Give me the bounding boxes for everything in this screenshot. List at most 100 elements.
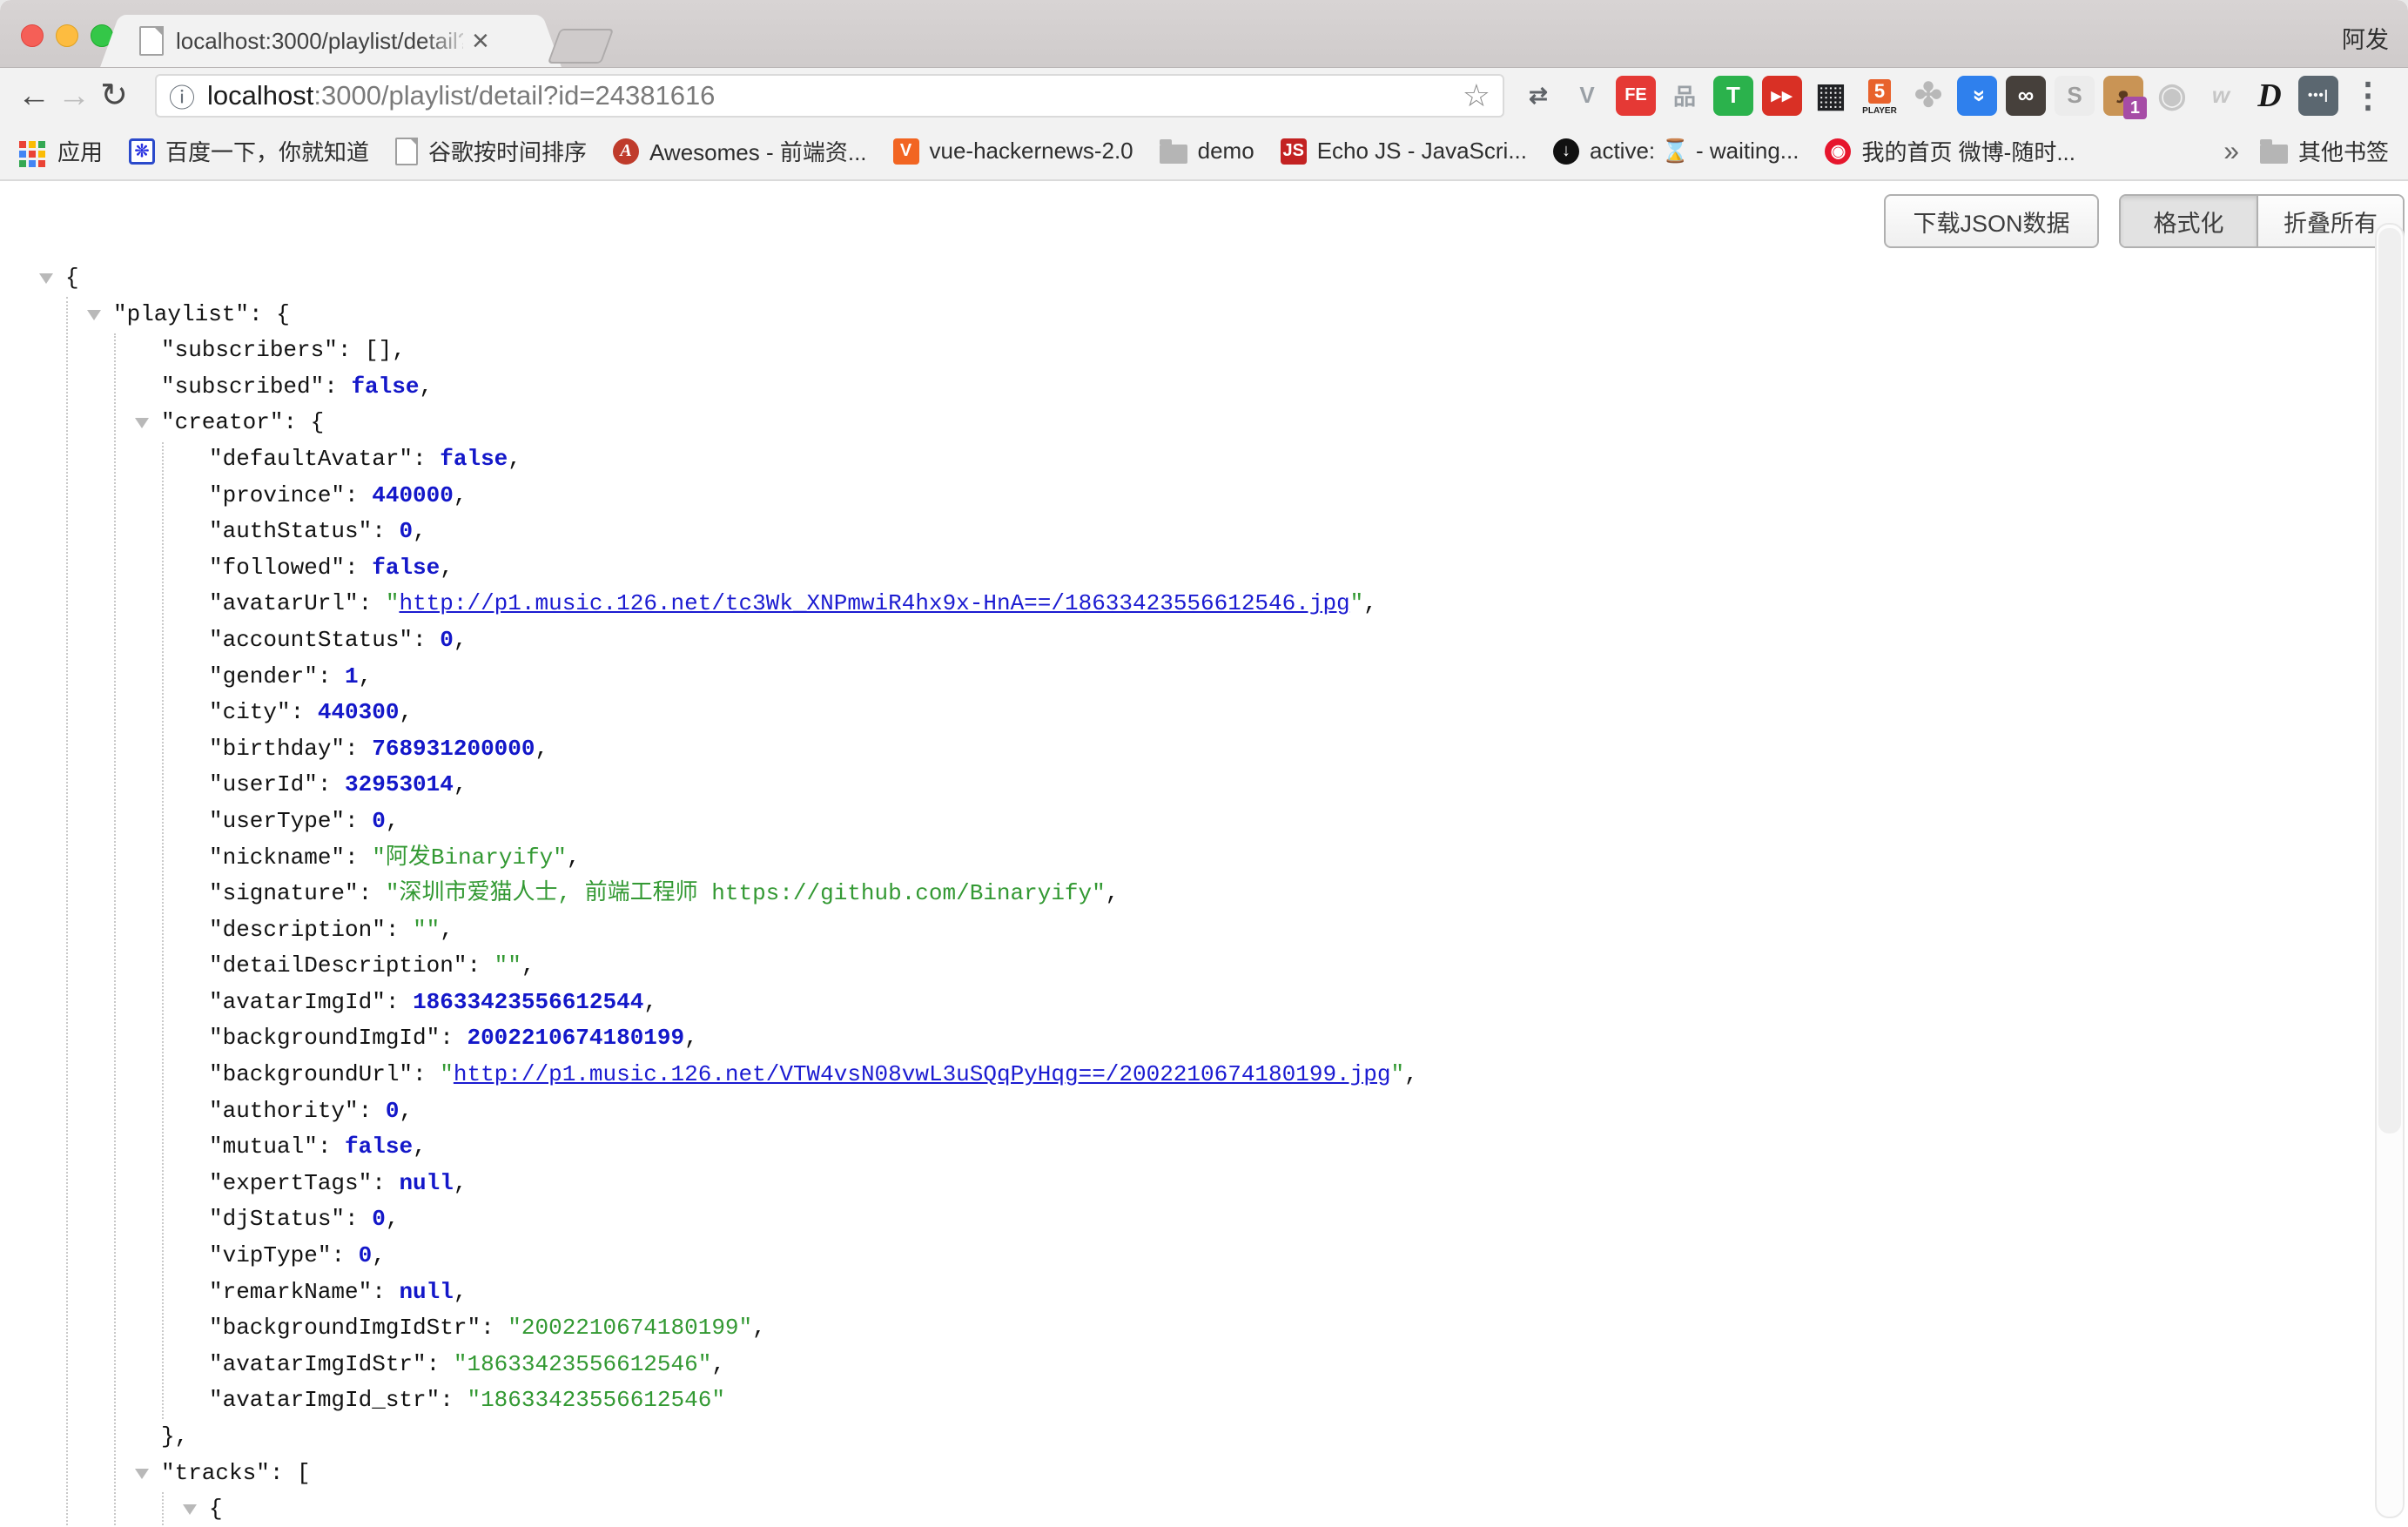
json-token: null — [399, 1170, 453, 1196]
json-row: "description": "", — [0, 912, 2370, 949]
bird-extension-glyph: w — [2212, 82, 2230, 109]
proxy-extension-icon[interactable]: •••| — [2298, 76, 2338, 116]
tab-title-fade — [423, 22, 475, 60]
collapse-toggle-icon[interactable] — [39, 273, 53, 284]
weibo-gray-icon[interactable]: ◉ — [2152, 76, 2192, 116]
qr-code-icon[interactable]: ▦ — [1811, 76, 1851, 116]
json-row: "avatarUrl": "http://p1.music.126.net/tc… — [0, 586, 2370, 622]
toolbar: ← → ↻ ⓘ localhost :3000/playlist/detail?… — [0, 68, 2408, 123]
json-tree: {"playlist": {"subscribers": [],"subscri… — [0, 181, 2370, 1527]
translate-icon[interactable]: ⇄ — [1518, 76, 1558, 116]
json-token: , — [413, 1133, 427, 1160]
json-token: : — [345, 808, 372, 834]
json-token: 0 — [372, 1206, 386, 1232]
json-token: "avatarUrl" — [209, 590, 359, 616]
incognito-mask-glyph: ∞ — [2018, 82, 2035, 109]
json-token: " — [1390, 1061, 1404, 1087]
json-token: , — [1363, 590, 1377, 616]
sitemap-extension-icon[interactable]: 品 — [1665, 76, 1705, 116]
tab-close-icon[interactable]: × — [472, 26, 489, 56]
image-downloader-icon[interactable]: « — [1957, 76, 1997, 116]
json-row: "birthday": 768931200000, — [0, 731, 2370, 768]
bookmark-item[interactable]: ↓active: ⌛ - waiting... — [1553, 138, 1799, 165]
json-row: "detailDescription": "", — [0, 948, 2370, 985]
profile-name[interactable]: 阿发 — [2342, 21, 2389, 55]
folder-icon — [2260, 145, 2288, 164]
tampermonkey-icon[interactable]: T — [1713, 76, 1753, 116]
collapse-toggle-icon[interactable] — [135, 1469, 149, 1479]
bookmark-item[interactable]: Vvue-hackernews-2.0 — [893, 138, 1133, 165]
incognito-mask-icon[interactable]: ∞ — [2006, 76, 2046, 116]
other-bookmarks-label: 其他书签 — [2298, 135, 2389, 167]
vue-devtools-icon[interactable]: V — [1567, 76, 1607, 116]
json-token: 440300 — [318, 699, 400, 725]
json-token: "remarkName" — [209, 1279, 372, 1305]
close-window-button[interactable] — [21, 24, 44, 47]
back-icon[interactable]: ← — [14, 79, 54, 112]
bookmark-item[interactable]: 应用 — [19, 135, 103, 167]
collapse-toggle-icon[interactable] — [135, 418, 149, 428]
json-row: "expertTags": null, — [0, 1166, 2370, 1202]
json-token: : — [318, 663, 345, 690]
bookmark-item[interactable]: demo — [1160, 138, 1254, 165]
bookmarks-overflow-icon[interactable]: » — [2223, 135, 2239, 167]
fe-extension-icon[interactable]: FE — [1616, 76, 1656, 116]
json-row: { — [0, 1491, 2370, 1527]
dark-d-extension-icon[interactable]: D — [2250, 76, 2290, 116]
json-token: : — [427, 1351, 454, 1377]
new-tab-button[interactable] — [548, 29, 615, 64]
json-token: "gender" — [209, 663, 318, 690]
image-downloader-glyph: « — [1964, 89, 1991, 101]
reload-icon[interactable]: ↻ — [94, 79, 134, 112]
json-token: , — [399, 699, 413, 725]
paw-extension-glyph: ✤ — [1914, 76, 1942, 115]
bookmark-label: Awesomes - 前端资... — [649, 135, 866, 167]
bird-extension-icon[interactable]: w — [2201, 76, 2241, 116]
json-token: , — [440, 917, 454, 943]
html5-player-icon[interactable]: 5PLAYER — [1860, 76, 1900, 116]
json-token: "backgroundImgIdStr" — [209, 1315, 481, 1341]
other-bookmarks[interactable]: 其他书签 — [2260, 135, 2389, 167]
s-extension-icon[interactable]: S — [2055, 76, 2095, 116]
bookmark-item[interactable]: JSEcho JS - JavaScri... — [1281, 138, 1527, 165]
json-token: , — [454, 771, 467, 797]
paw-extension-icon[interactable]: ✤ — [1908, 76, 1948, 116]
json-token: , — [399, 1098, 413, 1124]
json-token: "authStatus" — [209, 518, 372, 544]
json-token: , — [643, 989, 657, 1015]
bookmark-item[interactable]: AAwesomes - 前端资... — [613, 135, 866, 167]
address-bar[interactable]: ⓘ localhost :3000/playlist/detail?id=243… — [155, 74, 1504, 118]
collapse-toggle-icon[interactable] — [87, 310, 101, 320]
bookmark-item[interactable]: ❊百度一下，你就知道 — [129, 135, 369, 167]
page-info-icon[interactable]: ⓘ — [169, 77, 195, 115]
bookmark-star-icon[interactable]: ☆ — [1463, 77, 1490, 114]
json-token: : — [345, 736, 372, 762]
json-token: 32953014 — [345, 771, 454, 797]
json-row: "authority": 0, — [0, 1093, 2370, 1130]
video-speed-icon[interactable]: ▶▶ — [1762, 76, 1802, 116]
json-link[interactable]: http://p1.music.126.net/VTW4vsN08vwL3uSQ… — [454, 1061, 1391, 1087]
bookmark-item[interactable]: 谷歌按时间排序 — [395, 135, 587, 167]
json-token: : — [372, 1279, 399, 1305]
browser-window: localhost:3000/playlist/detail? × 阿发 ← →… — [0, 0, 2408, 1527]
json-row: "subscribed": false, — [0, 369, 2370, 406]
collapse-toggle-icon[interactable] — [183, 1504, 197, 1515]
json-token: "nickname" — [209, 844, 345, 871]
monkey-extension-icon[interactable]: ᴥ1 — [2103, 76, 2143, 116]
json-link[interactable]: http://p1.music.126.net/tc3Wk_XNPmwiR4hx… — [399, 590, 1349, 616]
qr-code-glyph: ▦ — [1815, 76, 1846, 115]
json-token: 0 — [440, 627, 454, 653]
json-token: }, — [161, 1423, 188, 1450]
json-token: " — [386, 590, 400, 616]
forward-icon[interactable]: → — [54, 79, 94, 112]
scrollbar-thumb[interactable] — [2378, 228, 2401, 1133]
json-token: 0 — [399, 518, 413, 544]
more-menu-icon[interactable]: ⋮ — [2351, 76, 2385, 116]
bookmarks-bar: 应用 ❊百度一下，你就知道谷歌按时间排序 AAwesomes - 前端资... Vvu… — [0, 123, 2408, 181]
minimize-window-button[interactable] — [56, 24, 78, 47]
bookmark-item[interactable]: ◉我的首页 微博-随时... — [1825, 135, 2075, 167]
json-row: "creator": { — [0, 405, 2370, 441]
json-token: false — [372, 555, 440, 581]
json-token: "creator" — [161, 409, 283, 435]
browser-tab[interactable]: localhost:3000/playlist/detail? × — [131, 15, 531, 67]
